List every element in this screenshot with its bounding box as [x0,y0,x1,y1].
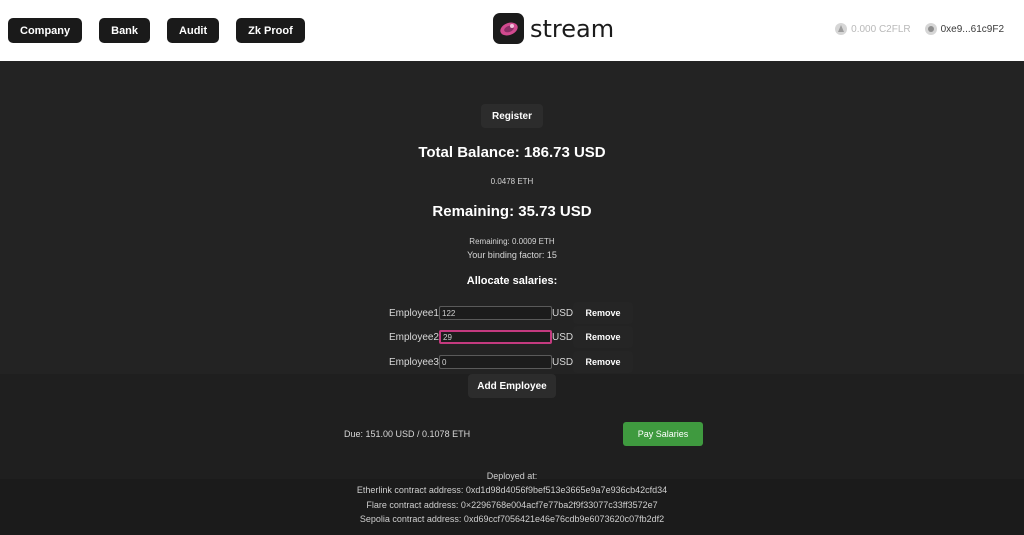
brand-name: stream [530,14,615,43]
total-balance: Total Balance: 186.73 USD [418,144,606,161]
remove-employee3-button[interactable]: Remove [573,351,633,373]
wallet-address[interactable]: 0xe9...61c9F2 [924,23,1004,35]
nav-bank-button[interactable]: Bank [99,18,151,43]
allocate-salaries-heading: Allocate salaries: [466,275,558,287]
employee-row: Employee1 USD Remove [380,302,633,324]
due-amount: Due: 151.00 USD / 0.1078 ETH [344,429,471,439]
pay-salaries-button[interactable]: Pay Salaries [623,422,703,446]
remaining-eth: Remaining: 0.0009 ETH [469,237,555,246]
employee2-salary-input[interactable] [439,330,552,344]
employee-label: Employee1 [388,307,439,319]
wallet-balance-text: 0.000 C2FLR [851,23,911,35]
register-button[interactable]: Register [481,104,543,128]
account-avatar-icon [924,23,937,35]
network-icon [835,23,848,35]
currency-label: USD [552,331,574,343]
brand[interactable]: stream [493,13,614,44]
wallet-address-text: 0xe9...61c9F2 [940,23,1004,35]
employee-label: Employee2 [388,331,439,343]
currency-label: USD [552,307,574,319]
wallet-balance[interactable]: 0.000 C2FLR [835,23,911,35]
employee-row: Employee3 USD Remove [380,351,633,373]
employee1-salary-input[interactable] [439,306,552,320]
deployed-at-heading: Deployed at: [486,471,538,481]
binding-factor: Your binding factor: 15 [467,250,557,260]
main-nav: Company Bank Audit Zk Proof [8,18,305,43]
etherlink-contract-address: Etherlink contract address: 0xd1d98d4056… [356,485,668,495]
main-panel: Register Total Balance: 186.73 USD 0.047… [0,61,1024,535]
remove-employee1-button[interactable]: Remove [573,302,633,324]
remaining-balance: Remaining: 35.73 USD [432,203,592,220]
nav-zk-proof-button[interactable]: Zk Proof [236,18,305,43]
add-employee-button[interactable]: Add Employee [468,374,556,398]
sepolia-contract-address: Sepolia contract address: 0xd69ccf705642… [359,514,665,524]
currency-label: USD [552,356,574,368]
nav-company-button[interactable]: Company [8,18,83,43]
employee-label: Employee3 [388,356,439,368]
wallet-info: 0.000 C2FLR 0xe9...61c9F2 [835,23,1004,35]
employee3-salary-input[interactable] [439,355,552,369]
remove-employee2-button[interactable]: Remove [573,326,633,348]
total-balance-eth: 0.0478 ETH [490,177,534,186]
stream-logo-icon [493,13,524,44]
top-bar: Company Bank Audit Zk Proof stream 0.000… [0,0,1024,61]
employee-row: Employee2 USD Remove [380,326,633,348]
flare-contract-address: Flare contract address: 0×2296768e004acf… [366,500,658,510]
nav-audit-button[interactable]: Audit [167,18,220,43]
